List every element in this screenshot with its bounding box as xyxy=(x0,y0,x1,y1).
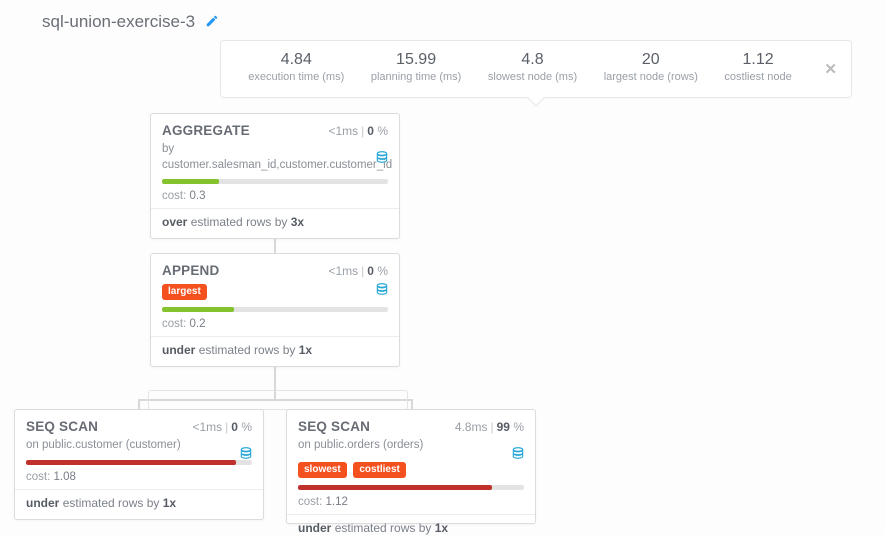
node-timing: 4.8ms|99 % xyxy=(455,420,524,434)
node-cost: cost: 0.3 xyxy=(162,190,388,208)
close-icon[interactable]: ✕ xyxy=(824,60,837,78)
node-estimate: over estimated rows by 3x xyxy=(162,215,388,229)
metric-costliest-node: 1.12 costliest node xyxy=(724,51,791,83)
node-timing: <1ms|0 % xyxy=(192,420,252,434)
metric-planning-time: 15.99 planning time (ms) xyxy=(371,51,461,83)
database-icon xyxy=(511,446,525,463)
node-detail: by customer.salesman_id,customer.custome… xyxy=(162,142,388,173)
node-estimate: under estimated rows by 1x xyxy=(26,496,252,510)
node-cost: cost: 1.08 xyxy=(26,471,252,489)
database-icon xyxy=(375,150,389,167)
plan-node-aggregate[interactable]: AGGREGATE <1ms|0 % by customer.salesman_… xyxy=(150,113,400,239)
node-timing: <1ms|0 % xyxy=(328,124,388,138)
tag-largest: largest xyxy=(162,284,207,300)
node-detail: on public.customer (customer) xyxy=(26,438,252,454)
plan-summary: 4.84 execution time (ms) 15.99 planning … xyxy=(220,40,852,98)
plan-node-seqscan-orders[interactable]: SEQ SCAN 4.8ms|99 % on public.orders (or… xyxy=(286,409,536,524)
node-op-label: AGGREGATE xyxy=(162,123,250,138)
plan-node-append[interactable]: APPEND <1ms|0 % largest cost: 0.2 under … xyxy=(150,253,400,367)
node-bar xyxy=(162,179,388,184)
node-bar xyxy=(26,460,252,465)
tag-costliest: costliest xyxy=(353,462,406,478)
edit-title-icon[interactable] xyxy=(205,14,219,31)
plan-node-seqscan-customer[interactable]: SEQ SCAN <1ms|0 % on public.customer (cu… xyxy=(14,409,264,520)
node-bar xyxy=(298,485,524,490)
page-title: sql-union-exercise-3 xyxy=(42,12,195,32)
node-estimate: under estimated rows by 1x xyxy=(298,521,524,535)
node-cost: cost: 1.12 xyxy=(298,496,524,514)
node-bar xyxy=(162,307,388,312)
node-op-label: APPEND xyxy=(162,263,219,278)
node-op-label: SEQ SCAN xyxy=(298,419,370,434)
metric-execution-time: 4.84 execution time (ms) xyxy=(248,51,344,83)
node-cost: cost: 0.2 xyxy=(162,318,388,336)
database-icon xyxy=(375,282,389,299)
metric-largest-node: 20 largest node (rows) xyxy=(604,51,698,83)
tag-slowest: slowest xyxy=(298,462,347,478)
node-timing: <1ms|0 % xyxy=(328,264,388,278)
node-estimate: under estimated rows by 1x xyxy=(162,343,388,357)
node-detail: on public.orders (orders) xyxy=(298,438,524,454)
metric-slowest-node: 4.8 slowest node (ms) xyxy=(488,51,577,83)
node-op-label: SEQ SCAN xyxy=(26,419,98,434)
database-icon xyxy=(239,446,253,463)
